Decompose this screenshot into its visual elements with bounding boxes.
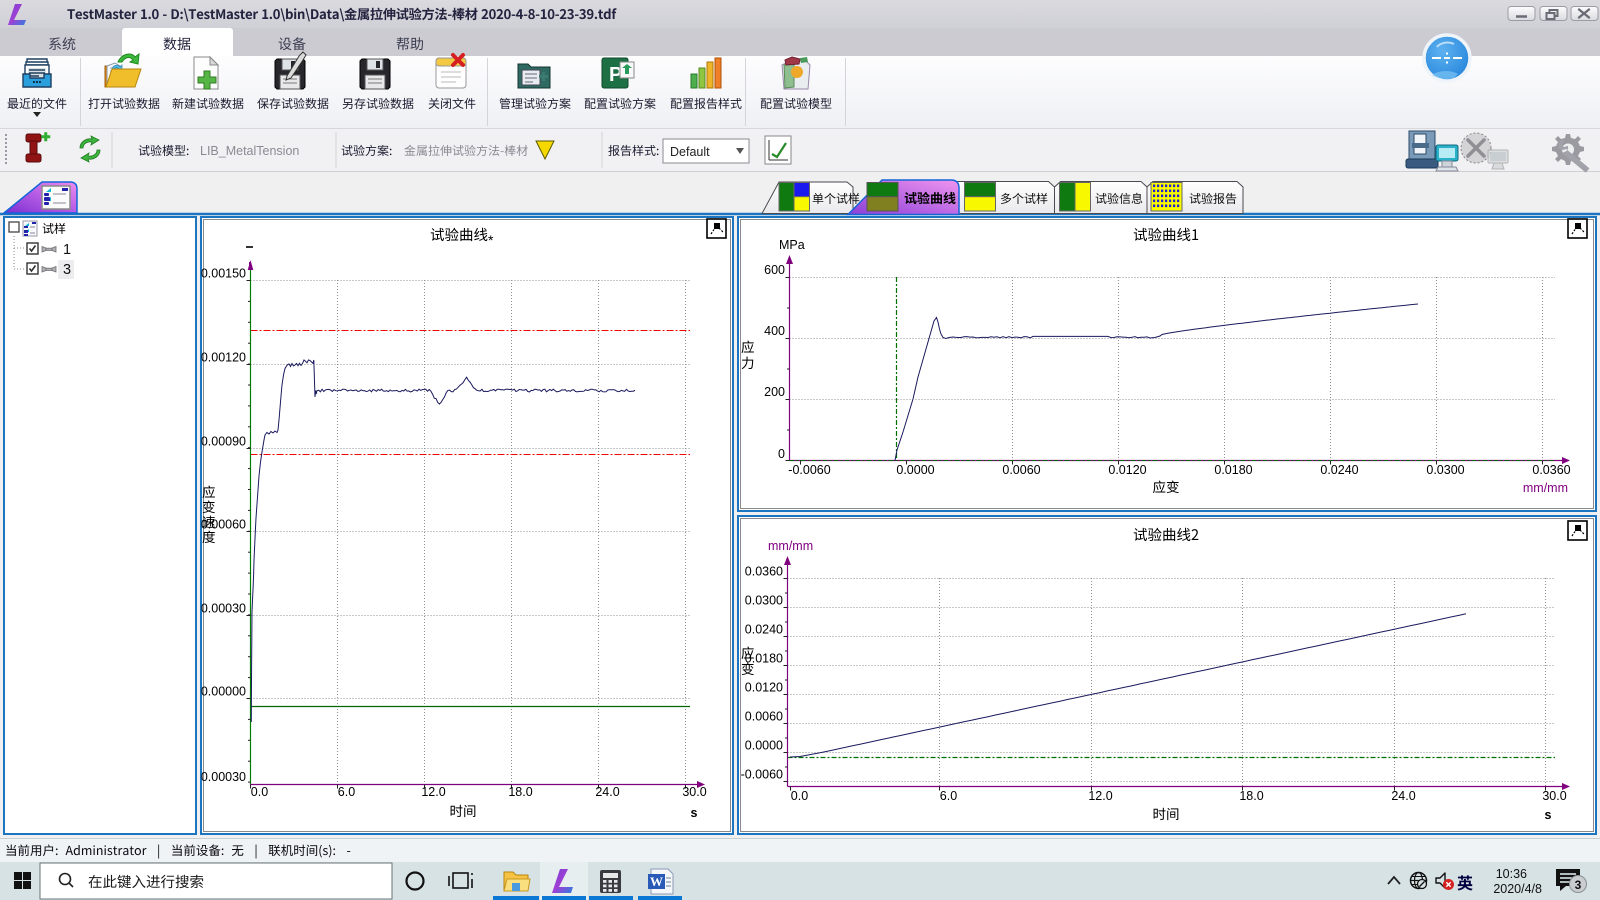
svg-text:6.0: 6.0 xyxy=(940,789,957,803)
svg-text:s: s xyxy=(691,806,698,820)
svg-text:600: 600 xyxy=(764,263,785,277)
svg-text:2020/4/8: 2020/4/8 xyxy=(1493,882,1542,896)
svg-text:3: 3 xyxy=(1575,878,1582,892)
svg-text:0.0120: 0.0120 xyxy=(1108,463,1146,477)
svg-text:0.0: 0.0 xyxy=(791,789,808,803)
svg-text:LIB_MetalTension: LIB_MetalTension xyxy=(200,144,299,158)
svg-text:0.00090: 0.00090 xyxy=(201,435,246,449)
svg-text:400: 400 xyxy=(764,324,785,338)
svg-text:0.0180: 0.0180 xyxy=(745,652,783,666)
svg-text:24.0: 24.0 xyxy=(595,785,619,799)
svg-text:0.00060: 0.00060 xyxy=(201,518,246,532)
svg-text:0.0360: 0.0360 xyxy=(1532,463,1570,477)
svg-text:*: * xyxy=(488,232,494,248)
svg-text:-0.0060: -0.0060 xyxy=(741,768,783,782)
svg-text:MPa: MPa xyxy=(779,238,805,252)
svg-text:mm/mm: mm/mm xyxy=(1523,481,1568,495)
svg-text:Default: Default xyxy=(670,145,710,159)
svg-text:12.0: 12.0 xyxy=(421,785,445,799)
svg-text:0.0240: 0.0240 xyxy=(745,623,783,637)
svg-text:24.0: 24.0 xyxy=(1391,789,1415,803)
svg-text:0.0120: 0.0120 xyxy=(745,681,783,695)
svg-text:mm/mm: mm/mm xyxy=(768,539,813,553)
svg-text:3: 3 xyxy=(63,262,71,278)
svg-text:0.0300: 0.0300 xyxy=(745,594,783,608)
svg-text:1: 1 xyxy=(63,242,71,258)
svg-text:30.0: 30.0 xyxy=(1542,789,1566,803)
svg-text:0.00000: 0.00000 xyxy=(201,685,246,699)
svg-text:200: 200 xyxy=(764,385,785,399)
svg-text:0.0180: 0.0180 xyxy=(1214,463,1252,477)
svg-text:0.0: 0.0 xyxy=(251,785,268,799)
svg-text:0: 0 xyxy=(778,447,785,461)
svg-text:18.0: 18.0 xyxy=(508,785,532,799)
svg-text:0.00120: 0.00120 xyxy=(201,351,246,365)
svg-text:0.00030: 0.00030 xyxy=(201,770,246,784)
svg-text:0.00150: 0.00150 xyxy=(201,267,246,281)
svg-text:-0.0060: -0.0060 xyxy=(788,463,830,477)
svg-text:0.0300: 0.0300 xyxy=(1426,463,1464,477)
svg-text:0.0000: 0.0000 xyxy=(745,739,783,753)
svg-text:s: s xyxy=(1545,808,1552,822)
svg-text:0.0060: 0.0060 xyxy=(1002,463,1040,477)
svg-text:12.0: 12.0 xyxy=(1088,789,1112,803)
svg-text:30.0: 30.0 xyxy=(682,785,706,799)
svg-text:0.0360: 0.0360 xyxy=(745,565,783,579)
svg-text:6.0: 6.0 xyxy=(338,785,355,799)
svg-text:18.0: 18.0 xyxy=(1239,789,1263,803)
svg-text:W: W xyxy=(650,874,663,889)
svg-text:0.0000: 0.0000 xyxy=(896,463,934,477)
svg-text:0.0240: 0.0240 xyxy=(1320,463,1358,477)
svg-text:10:36: 10:36 xyxy=(1496,867,1527,881)
svg-text:0.0060: 0.0060 xyxy=(745,710,783,724)
svg-text:0.00030: 0.00030 xyxy=(201,602,246,616)
